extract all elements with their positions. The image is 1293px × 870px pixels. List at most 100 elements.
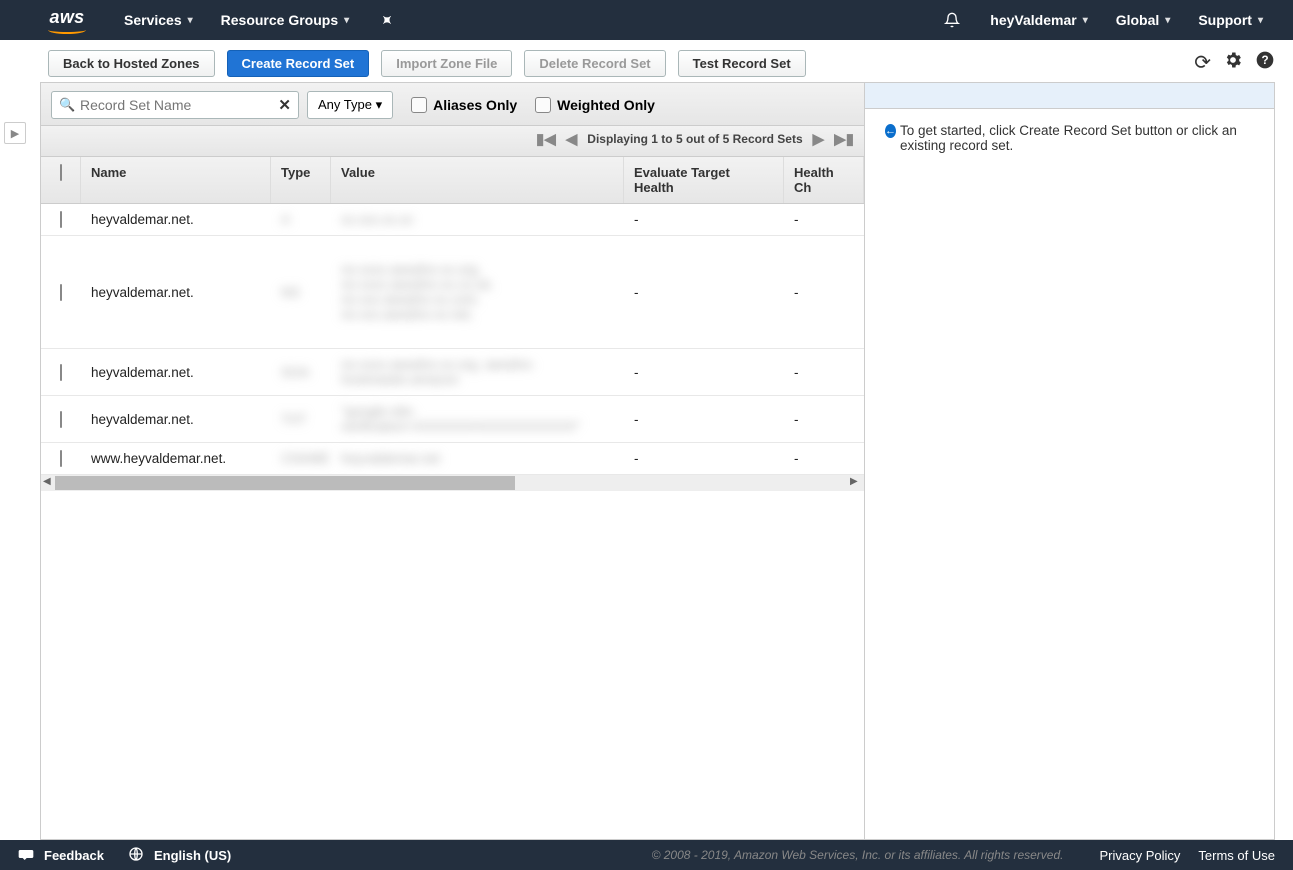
nav-resource-groups[interactable]: Resource Groups ▾ — [207, 0, 364, 40]
nav-label: Resource Groups — [221, 12, 338, 28]
test-record-set-button[interactable]: Test Record Set — [678, 50, 806, 77]
col-name[interactable]: Name — [81, 157, 271, 203]
action-bar: Back to Hosted Zones Create Record Set I… — [0, 40, 1293, 82]
scroll-right-icon[interactable]: ▶ — [850, 476, 862, 487]
help-icon[interactable]: ? — [1255, 50, 1275, 76]
cell-type: A — [271, 204, 331, 235]
svg-text:?: ? — [1261, 54, 1268, 67]
nav-services[interactable]: Services ▾ — [110, 0, 207, 40]
table-header: Name Type Value Evaluate Target Health H… — [41, 157, 864, 204]
checkbox[interactable] — [535, 97, 551, 113]
detail-panel: ← To get started, click Create Record Se… — [865, 82, 1275, 840]
cell-hc: - — [784, 443, 864, 474]
pager-text: Displaying 1 to 5 out of 5 Record Sets — [587, 132, 802, 146]
cell-type: TXT — [271, 404, 331, 435]
nav-support[interactable]: Support ▾ — [1184, 0, 1277, 40]
type-select[interactable]: Any Type ▾ — [307, 91, 393, 119]
aws-top-nav: aws Services ▾ Resource Groups ▾ ✦ heyVa… — [0, 0, 1293, 40]
clear-icon[interactable]: ✕ — [278, 96, 291, 114]
table-row[interactable]: heyvaldemar.net. NS ns-xxxx.awsdns-xx.or… — [41, 236, 864, 349]
cell-value: xx.xxx.xx.xx — [331, 204, 624, 235]
info-message: ← To get started, click Create Record Se… — [865, 109, 1274, 167]
table-body: heyvaldemar.net. A xx.xxx.xx.xx - - heyv… — [41, 204, 864, 839]
search-input[interactable] — [51, 91, 299, 119]
copyright-text: © 2008 - 2019, Amazon Web Services, Inc.… — [652, 848, 1064, 862]
terms-of-use-link[interactable]: Terms of Use — [1198, 848, 1275, 863]
delete-record-set-button[interactable]: Delete Record Set — [524, 50, 665, 77]
row-checkbox[interactable] — [60, 364, 62, 381]
col-checkbox — [41, 157, 81, 203]
chevron-down-icon: ▾ — [376, 97, 383, 112]
col-type[interactable]: Type — [271, 157, 331, 203]
cell-name: heyvaldemar.net. — [81, 204, 271, 235]
privacy-policy-link[interactable]: Privacy Policy — [1100, 848, 1181, 863]
feedback-link[interactable]: Feedback — [44, 848, 104, 863]
bell-icon — [942, 10, 962, 30]
cell-eth: - — [624, 204, 784, 235]
page-prev-icon[interactable]: ◀ — [566, 130, 578, 148]
aws-logo[interactable]: aws — [48, 7, 86, 34]
pin-icon: ✦ — [373, 6, 401, 34]
cell-type: NS — [271, 277, 331, 308]
cell-eth: - — [624, 443, 784, 474]
table-row[interactable]: heyvaldemar.net. A xx.xxx.xx.xx - - — [41, 204, 864, 236]
checkbox[interactable] — [411, 97, 427, 113]
cell-type: CNAME — [271, 443, 331, 474]
pager: ▮◀ ◀ Displaying 1 to 5 out of 5 Record S… — [41, 126, 864, 157]
footer: Feedback English (US) © 2008 - 2019, Ama… — [0, 840, 1293, 870]
cell-eth: - — [624, 277, 784, 308]
aliases-only-filter[interactable]: Aliases Only — [411, 97, 517, 113]
refresh-icon[interactable]: ⟳ — [1194, 50, 1211, 76]
row-checkbox[interactable] — [60, 450, 62, 467]
cell-name: heyvaldemar.net. — [81, 404, 271, 435]
select-all-checkbox[interactable] — [60, 164, 62, 181]
page-last-icon[interactable]: ▶▮ — [834, 130, 854, 148]
back-to-hosted-zones-button[interactable]: Back to Hosted Zones — [48, 50, 215, 77]
page-first-icon[interactable]: ▮◀ — [536, 130, 556, 148]
row-checkbox[interactable] — [60, 211, 62, 228]
nav-label: Services — [124, 12, 182, 28]
create-record-set-button[interactable]: Create Record Set — [227, 50, 370, 77]
language-select[interactable]: English (US) — [154, 848, 231, 863]
cell-value: ns-xxxx.awsdns-xx.org.ns-xxxx.awsdns-xx.… — [331, 254, 624, 330]
cell-hc: - — [784, 277, 864, 308]
table-row[interactable]: heyvaldemar.net. SOA ns-xxxx.awsdns-xx.o… — [41, 349, 864, 396]
expand-sidebar-button[interactable]: ▶ — [4, 122, 26, 144]
nav-label: Support — [1198, 12, 1252, 28]
nav-label: heyValdemar — [990, 12, 1076, 28]
search-icon: 🔍 — [59, 97, 75, 113]
nav-user[interactable]: heyValdemar ▾ — [976, 0, 1101, 40]
col-health-check[interactable]: Health Ch — [784, 157, 864, 203]
cell-hc: - — [784, 204, 864, 235]
chat-icon — [18, 846, 34, 865]
scrollbar-thumb[interactable] — [55, 476, 515, 490]
chevron-down-icon: ▾ — [1083, 15, 1088, 26]
scroll-left-icon[interactable]: ◀ — [43, 476, 55, 487]
row-checkbox[interactable] — [60, 284, 62, 301]
search-box: 🔍 ✕ — [51, 91, 299, 119]
row-checkbox[interactable] — [60, 411, 62, 428]
cell-name: heyvaldemar.net. — [81, 277, 271, 308]
cell-hc: - — [784, 404, 864, 435]
nav-pin[interactable]: ✦ — [363, 0, 411, 40]
globe-icon — [128, 846, 144, 865]
cell-name: heyvaldemar.net. — [81, 357, 271, 388]
cell-name: www.heyvaldemar.net. — [81, 443, 271, 474]
page-next-icon[interactable]: ▶ — [813, 130, 825, 148]
filter-bar: 🔍 ✕ Any Type ▾ Aliases Only Weighted Onl… — [41, 83, 864, 126]
nav-notifications[interactable] — [928, 0, 976, 40]
col-evaluate-target-health[interactable]: Evaluate Target Health — [624, 157, 784, 203]
chevron-down-icon: ▾ — [1165, 15, 1170, 26]
import-zone-file-button[interactable]: Import Zone File — [381, 50, 512, 77]
cell-value: heyvaldemar.net — [331, 443, 624, 474]
filter-label: Weighted Only — [557, 97, 655, 113]
chevron-down-icon: ▾ — [188, 15, 193, 26]
horizontal-scrollbar[interactable]: ◀ ▶ — [41, 475, 864, 491]
col-value[interactable]: Value — [331, 157, 624, 203]
gear-icon[interactable] — [1223, 50, 1243, 76]
detail-panel-header — [865, 83, 1274, 109]
weighted-only-filter[interactable]: Weighted Only — [535, 97, 655, 113]
nav-region[interactable]: Global ▾ — [1102, 0, 1185, 40]
table-row[interactable]: heyvaldemar.net. TXT "google-site-verifi… — [41, 396, 864, 443]
table-row[interactable]: www.heyvaldemar.net. CNAME heyvaldemar.n… — [41, 443, 864, 475]
